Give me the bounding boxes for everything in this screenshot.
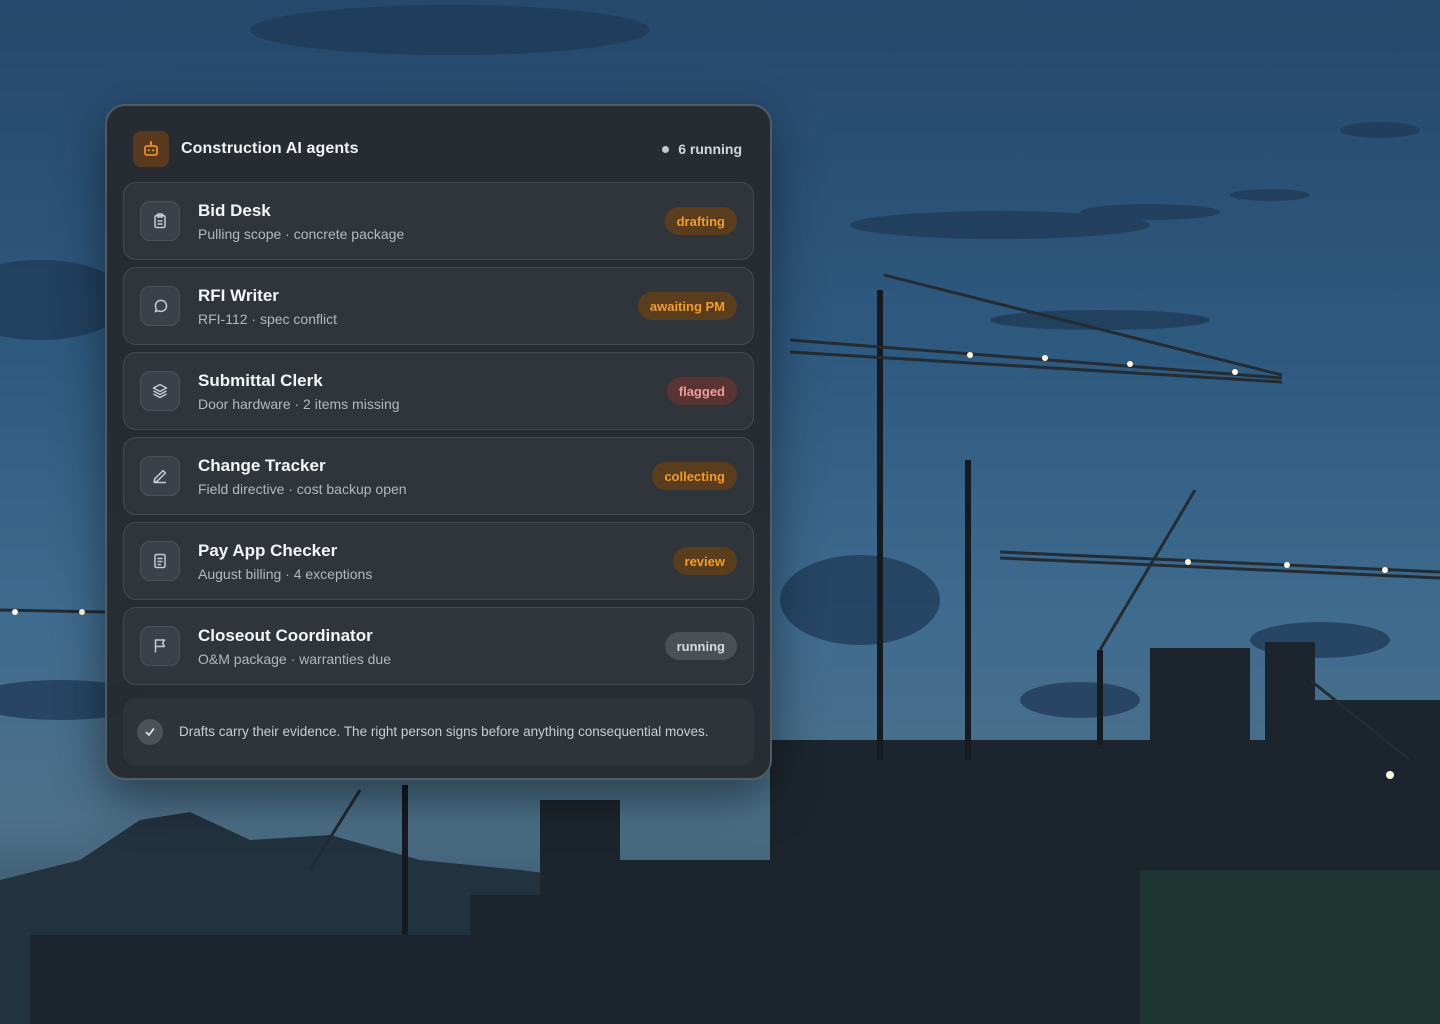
footer-note-text: Drafts carry their evidence. The right p…	[179, 724, 709, 739]
status-dot	[662, 145, 670, 153]
document-icon	[140, 541, 180, 581]
agent-name: Change Tracker	[198, 455, 326, 475]
agents-panel: Construction AI agents 6 running Bid Des…	[105, 104, 772, 780]
agent-card-change-tracker[interactable]: Change Tracker Field directive · cost ba…	[123, 437, 754, 515]
agent-detail: Field directive · cost backup open	[198, 480, 407, 497]
agent-name: RFI Writer	[198, 285, 279, 305]
layers-icon	[140, 371, 180, 411]
agent-detail: Pulling scope · concrete package	[198, 225, 405, 242]
status-badge: awaiting PM	[637, 292, 737, 320]
status-badge: collecting	[652, 462, 737, 490]
agent-name: Closeout Coordinator	[198, 625, 373, 645]
panel-title: Construction AI agents	[181, 140, 359, 157]
agent-card-submittal-clerk[interactable]: Submittal Clerk Door hardware · 2 items …	[123, 352, 754, 430]
agent-card-rfi-writer[interactable]: RFI Writer RFI-112 · spec conflict await…	[123, 267, 754, 345]
agent-list: Bid Desk Pulling scope · concrete packag…	[123, 182, 754, 692]
flag-icon	[140, 626, 180, 666]
agent-card-closeout-coordinator[interactable]: Closeout Coordinator O&M package · warra…	[123, 607, 754, 685]
status-badge: running	[664, 632, 737, 660]
running-count: 6 running	[678, 141, 742, 157]
agent-detail: RFI-112 · spec conflict	[198, 310, 338, 327]
agent-name: Submittal Clerk	[198, 370, 323, 390]
pencil-icon	[140, 456, 180, 496]
agent-name: Bid Desk	[198, 200, 271, 220]
status-badge: drafting	[664, 207, 737, 235]
agent-detail: O&M package · warranties due	[198, 650, 391, 667]
agent-card-bid-desk[interactable]: Bid Desk Pulling scope · concrete packag…	[123, 182, 754, 260]
footer-note: Drafts carry their evidence. The right p…	[123, 698, 754, 766]
clipboard-icon	[140, 201, 180, 241]
robot-icon	[133, 131, 169, 167]
status-badge: flagged	[666, 377, 737, 405]
status-badge: review	[672, 547, 737, 575]
panel-header: Construction AI agents 6 running	[133, 130, 742, 168]
running-status: 6 running	[662, 141, 742, 157]
agent-detail: Door hardware · 2 items missing	[198, 395, 400, 412]
agent-detail: August billing · 4 exceptions	[198, 565, 373, 582]
agent-name: Pay App Checker	[198, 540, 338, 560]
check-icon	[137, 719, 163, 745]
chat-bubble-icon	[140, 286, 180, 326]
agent-card-pay-app-checker[interactable]: Pay App Checker August billing · 4 excep…	[123, 522, 754, 600]
